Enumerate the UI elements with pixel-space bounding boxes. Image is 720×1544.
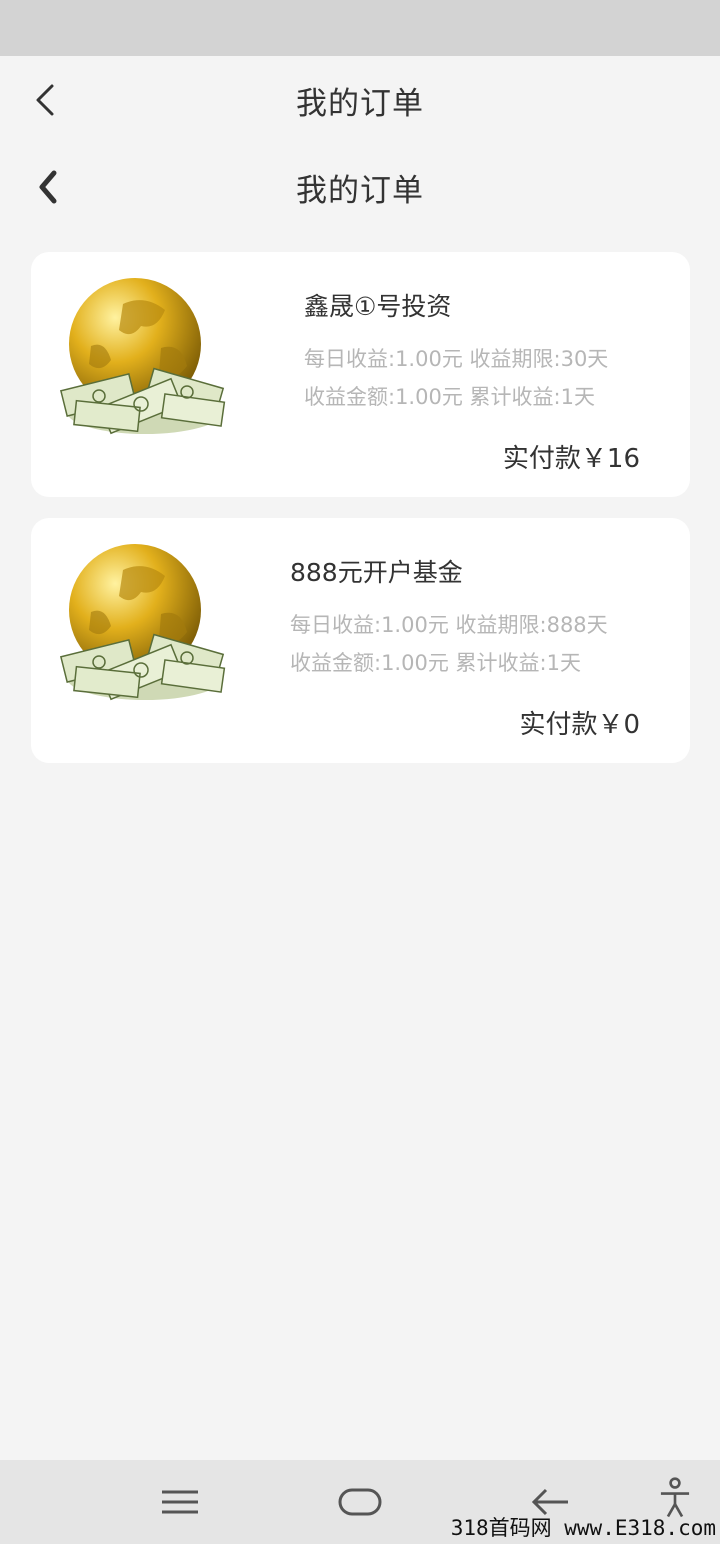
order-name: 888元开户基金 — [290, 558, 463, 587]
status-bar — [0, 0, 720, 56]
order-info-line: 每日收益:1.00元 收益期限:30天 — [304, 347, 609, 371]
watermark-text: 318首码网 www.E318.com — [450, 1516, 716, 1540]
sub-page-title: 我的订单 — [296, 172, 424, 209]
globe-money-icon — [59, 544, 226, 701]
order-card[interactable]: 888元开户基金 每日收益:1.00元 收益期限:888天 收益金额:1.00元… — [31, 518, 690, 763]
order-info-line: 每日收益:1.00元 收益期限:888天 — [290, 613, 608, 637]
top-nav-bar: 我的订单 — [0, 56, 720, 144]
order-price: 实付款￥16 — [502, 444, 640, 474]
order-name: 鑫晟①号投资 — [304, 292, 452, 321]
globe-money-icon — [59, 278, 226, 435]
sub-nav-bar: 我的订单 — [0, 144, 720, 230]
page-title: 我的订单 — [296, 85, 424, 122]
menu-icon[interactable] — [156, 1480, 204, 1524]
order-info-line: 收益金额:1.00元 累计收益:1天 — [290, 651, 581, 675]
order-card[interactable]: 鑫晟①号投资 每日收益:1.00元 收益期限:30天 收益金额:1.00元 累计… — [31, 252, 690, 497]
order-info-line: 收益金额:1.00元 累计收益:1天 — [304, 385, 595, 409]
home-icon[interactable] — [336, 1480, 384, 1524]
back-chevron-icon[interactable] — [30, 167, 70, 207]
order-price: 实付款￥0 — [519, 710, 640, 740]
back-arrow-icon[interactable] — [28, 80, 68, 120]
